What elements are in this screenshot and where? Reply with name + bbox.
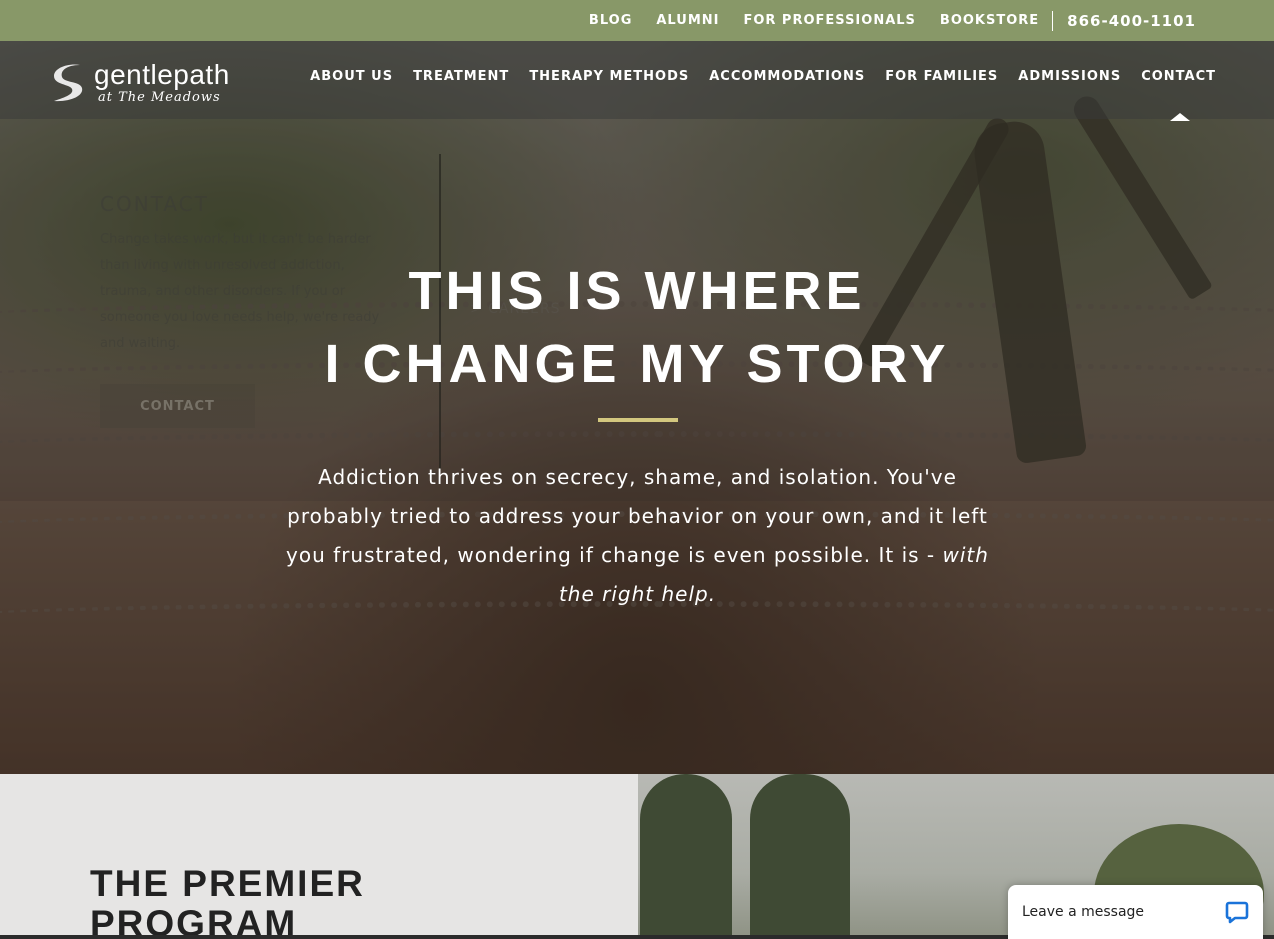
nav-item-admissions[interactable]: ADMISSIONS (1018, 69, 1121, 84)
for-professionals-link[interactable]: FOR PROFESSIONALS (743, 13, 915, 28)
divider (1052, 10, 1054, 31)
section-heading: THE PREMIER PROGRAM (90, 864, 365, 939)
hero-title-line2: I CHANGE MY STORY (324, 334, 950, 394)
accent-rule (598, 418, 678, 422)
nav-item-about-us[interactable]: ABOUT US (310, 69, 393, 84)
active-caret-icon (1170, 113, 1190, 121)
nav-item-contact[interactable]: CONTACT (1141, 69, 1216, 84)
gentlepath-logo[interactable]: gentlepath at The Meadows (50, 59, 250, 109)
premier-program-section: THE PREMIER PROGRAM (0, 774, 638, 939)
hero-title-line1: THIS IS WHERE (408, 261, 866, 321)
swirl-logo-icon (54, 64, 83, 102)
cypress-tree (750, 774, 850, 939)
logo-tagline: at The Meadows (98, 90, 221, 105)
nav-item-accommodations[interactable]: ACCOMMODATIONS (709, 69, 865, 84)
chat-label: Leave a message (1022, 904, 1145, 920)
hero-copy: Addiction thrives on secrecy, shame, and… (270, 458, 1005, 614)
chat-widget[interactable]: Leave a message (1008, 885, 1263, 939)
main-nav: gentlepath at The Meadows ABOUT US TREAT… (0, 41, 1274, 121)
logo-name: gentlepath (94, 59, 230, 90)
phone-link[interactable]: 866-400-1101 (1067, 12, 1196, 30)
nav-item-therapy-methods[interactable]: THERAPY METHODS (529, 69, 689, 84)
utility-bar: BLOG ALUMNI FOR PROFESSIONALS BOOKSTORE … (0, 0, 1274, 41)
dropdown-title: CONTACT (100, 192, 209, 216)
alumni-link[interactable]: ALUMNI (656, 13, 719, 28)
hero-title: THIS IS WHERE I CHANGE MY STORY (0, 255, 1274, 401)
section-heading-line1: THE PREMIER (90, 863, 365, 904)
nav-item-for-families[interactable]: FOR FAMILIES (885, 69, 998, 84)
chat-bubble-icon[interactable] (1225, 900, 1249, 924)
blog-link[interactable]: BLOG (589, 13, 632, 28)
nav-menu: ABOUT US TREATMENT THERAPY METHODS ACCOM… (290, 69, 1216, 84)
bookstore-link[interactable]: BOOKSTORE (940, 13, 1039, 28)
nav-item-treatment[interactable]: TREATMENT (413, 69, 509, 84)
cypress-tree (640, 774, 732, 939)
hero-copy-text: Addiction thrives on secrecy, shame, and… (286, 465, 988, 567)
section-heading-line2: PROGRAM (90, 903, 298, 939)
